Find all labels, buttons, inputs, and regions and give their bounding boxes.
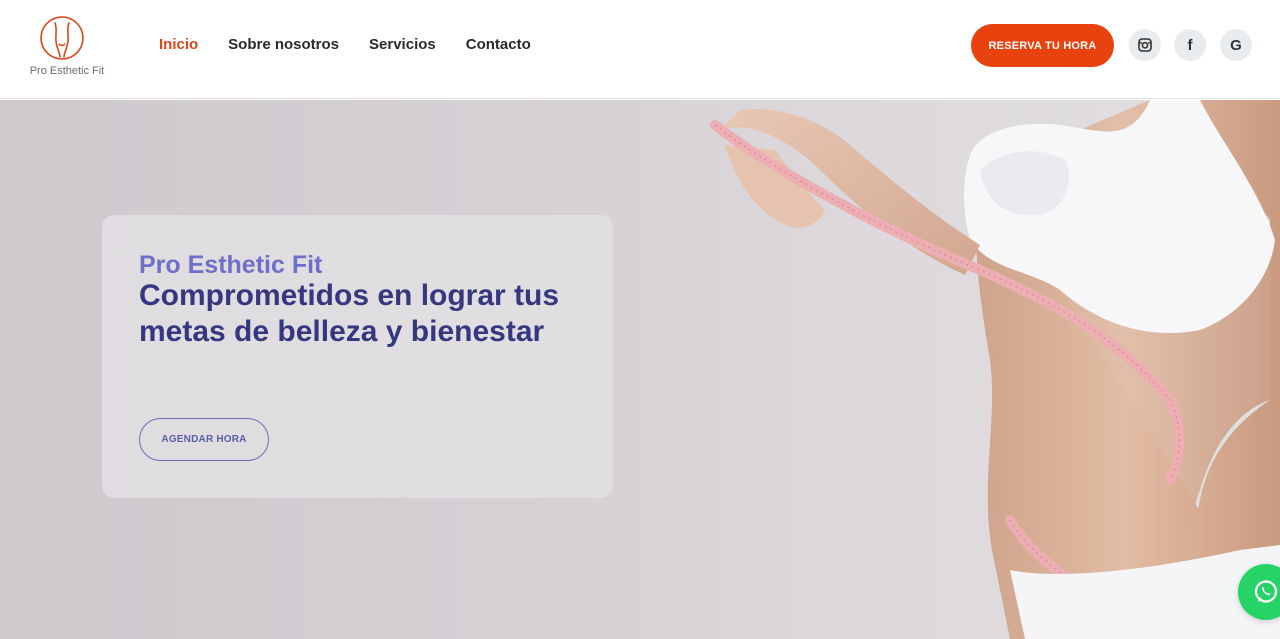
- hero-image: [710, 100, 1280, 639]
- instagram-button[interactable]: [1129, 29, 1161, 61]
- logo[interactable]: Pro Esthetic Fit: [22, 12, 112, 82]
- facebook-button[interactable]: f: [1174, 29, 1206, 61]
- hero-eyebrow: Pro Esthetic Fit: [139, 251, 323, 279]
- whatsapp-icon: [1254, 580, 1278, 603]
- reserva-tu-hora-button[interactable]: RESERVA TU HORA: [971, 24, 1114, 67]
- facebook-icon: f: [1187, 36, 1193, 54]
- google-button[interactable]: G: [1220, 29, 1252, 61]
- instagram-icon: [1138, 38, 1152, 52]
- agendar-hora-button[interactable]: AGENDAR HORA: [139, 418, 269, 461]
- nav-item-servicios[interactable]: Servicios: [369, 36, 436, 53]
- nav-item-inicio[interactable]: Inicio: [159, 36, 198, 53]
- hero-card: Pro Esthetic Fit Comprometidos en lograr…: [102, 215, 613, 498]
- logo-icon: [40, 16, 84, 60]
- hero-title: Comprometidos en lograr tus metas de bel…: [139, 279, 560, 348]
- site-header: Pro Esthetic Fit Inicio Sobre nosotros S…: [0, 0, 1280, 99]
- logo-text: Pro Esthetic Fit: [29, 65, 105, 77]
- hero-section: Pro Esthetic Fit Comprometidos en lograr…: [0, 100, 1280, 639]
- nav-item-contacto[interactable]: Contacto: [466, 36, 531, 53]
- main-nav: Inicio Sobre nosotros Servicios Contacto: [159, 36, 531, 53]
- nav-item-sobre-nosotros[interactable]: Sobre nosotros: [228, 36, 339, 53]
- google-icon: G: [1230, 36, 1242, 54]
